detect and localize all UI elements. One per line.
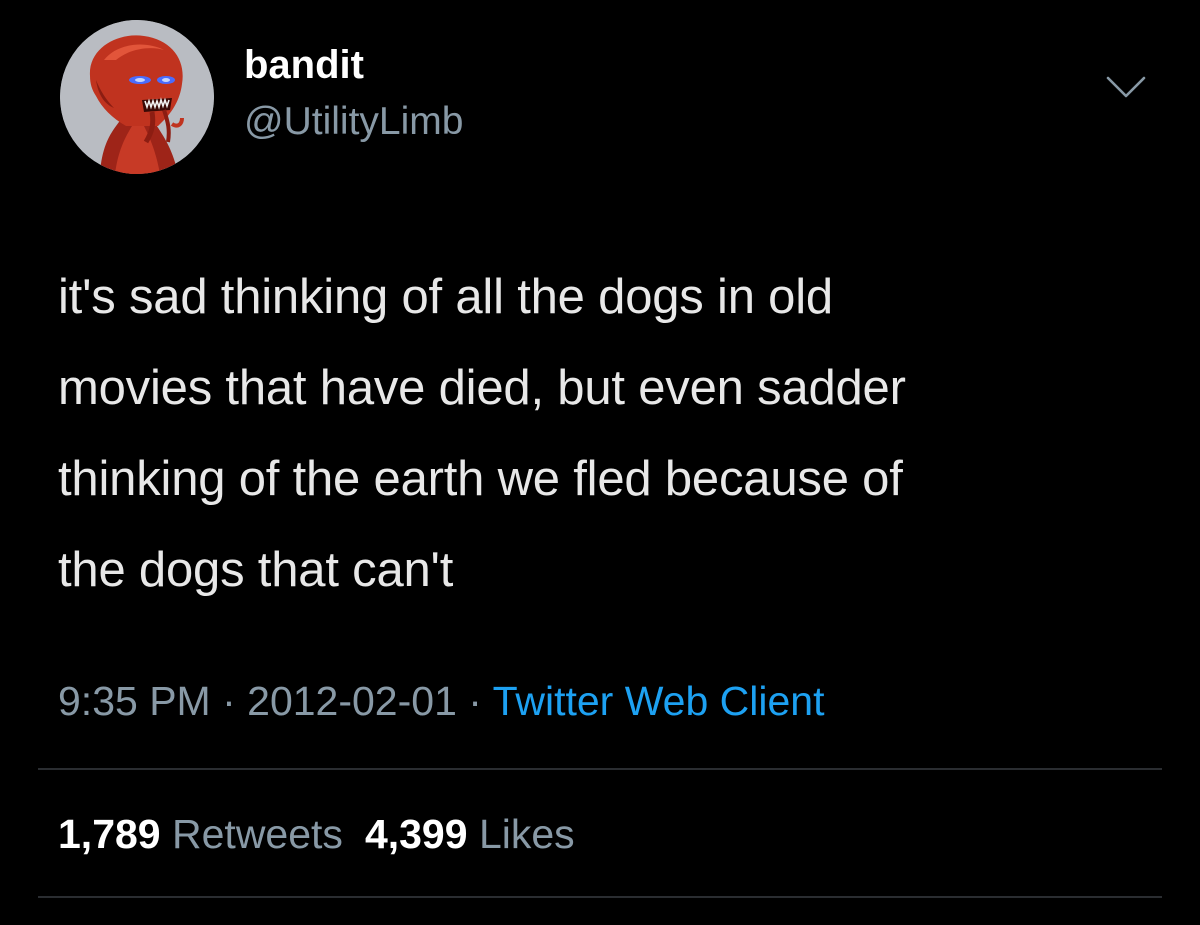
- tweet-detail: bandit @UtilityLimb it's sad thinking of…: [0, 0, 1200, 925]
- tweet-text-line: movies that have died, but even sadder: [58, 361, 906, 415]
- user-handle[interactable]: @UtilityLimb: [244, 97, 463, 147]
- chevron-down-icon[interactable]: [1104, 72, 1148, 102]
- meta-separator: ·: [210, 678, 248, 724]
- retweets-count: 1,789: [58, 811, 161, 857]
- retweets-stat[interactable]: 1,789 Retweets: [58, 806, 343, 862]
- likes-stat[interactable]: 4,399 Likes: [365, 806, 575, 862]
- tweet-stats: 1,789 Retweets 4,399 Likes: [58, 806, 597, 862]
- likes-count: 4,399: [364, 811, 468, 857]
- divider: [38, 768, 1162, 770]
- tweet-source-link[interactable]: Twitter Web Client: [493, 678, 825, 724]
- tweet-text-line: it's sad thinking of all the dogs in old: [58, 270, 833, 324]
- tweet-text-line: thinking of the earth we fled because of: [58, 452, 903, 506]
- tweet-time[interactable]: 9:35 PM: [58, 678, 211, 724]
- tweet-date[interactable]: 2012-02-01: [247, 678, 457, 724]
- tweet-text: it's sad thinking of all the dogs in old…: [58, 252, 1168, 616]
- avatar[interactable]: [60, 20, 214, 174]
- likes-label: Likes: [478, 811, 575, 857]
- divider: [38, 896, 1162, 898]
- display-name[interactable]: bandit: [244, 40, 364, 90]
- meta-separator: ·: [456, 678, 493, 724]
- retweets-label: Retweets: [172, 811, 343, 857]
- tweet-meta: 9:35 PM · 2012-02-01 · Twitter Web Clien…: [58, 673, 824, 729]
- tweet-text-line: the dogs that can't: [58, 543, 454, 597]
- red-alien-creature-icon: [60, 20, 214, 174]
